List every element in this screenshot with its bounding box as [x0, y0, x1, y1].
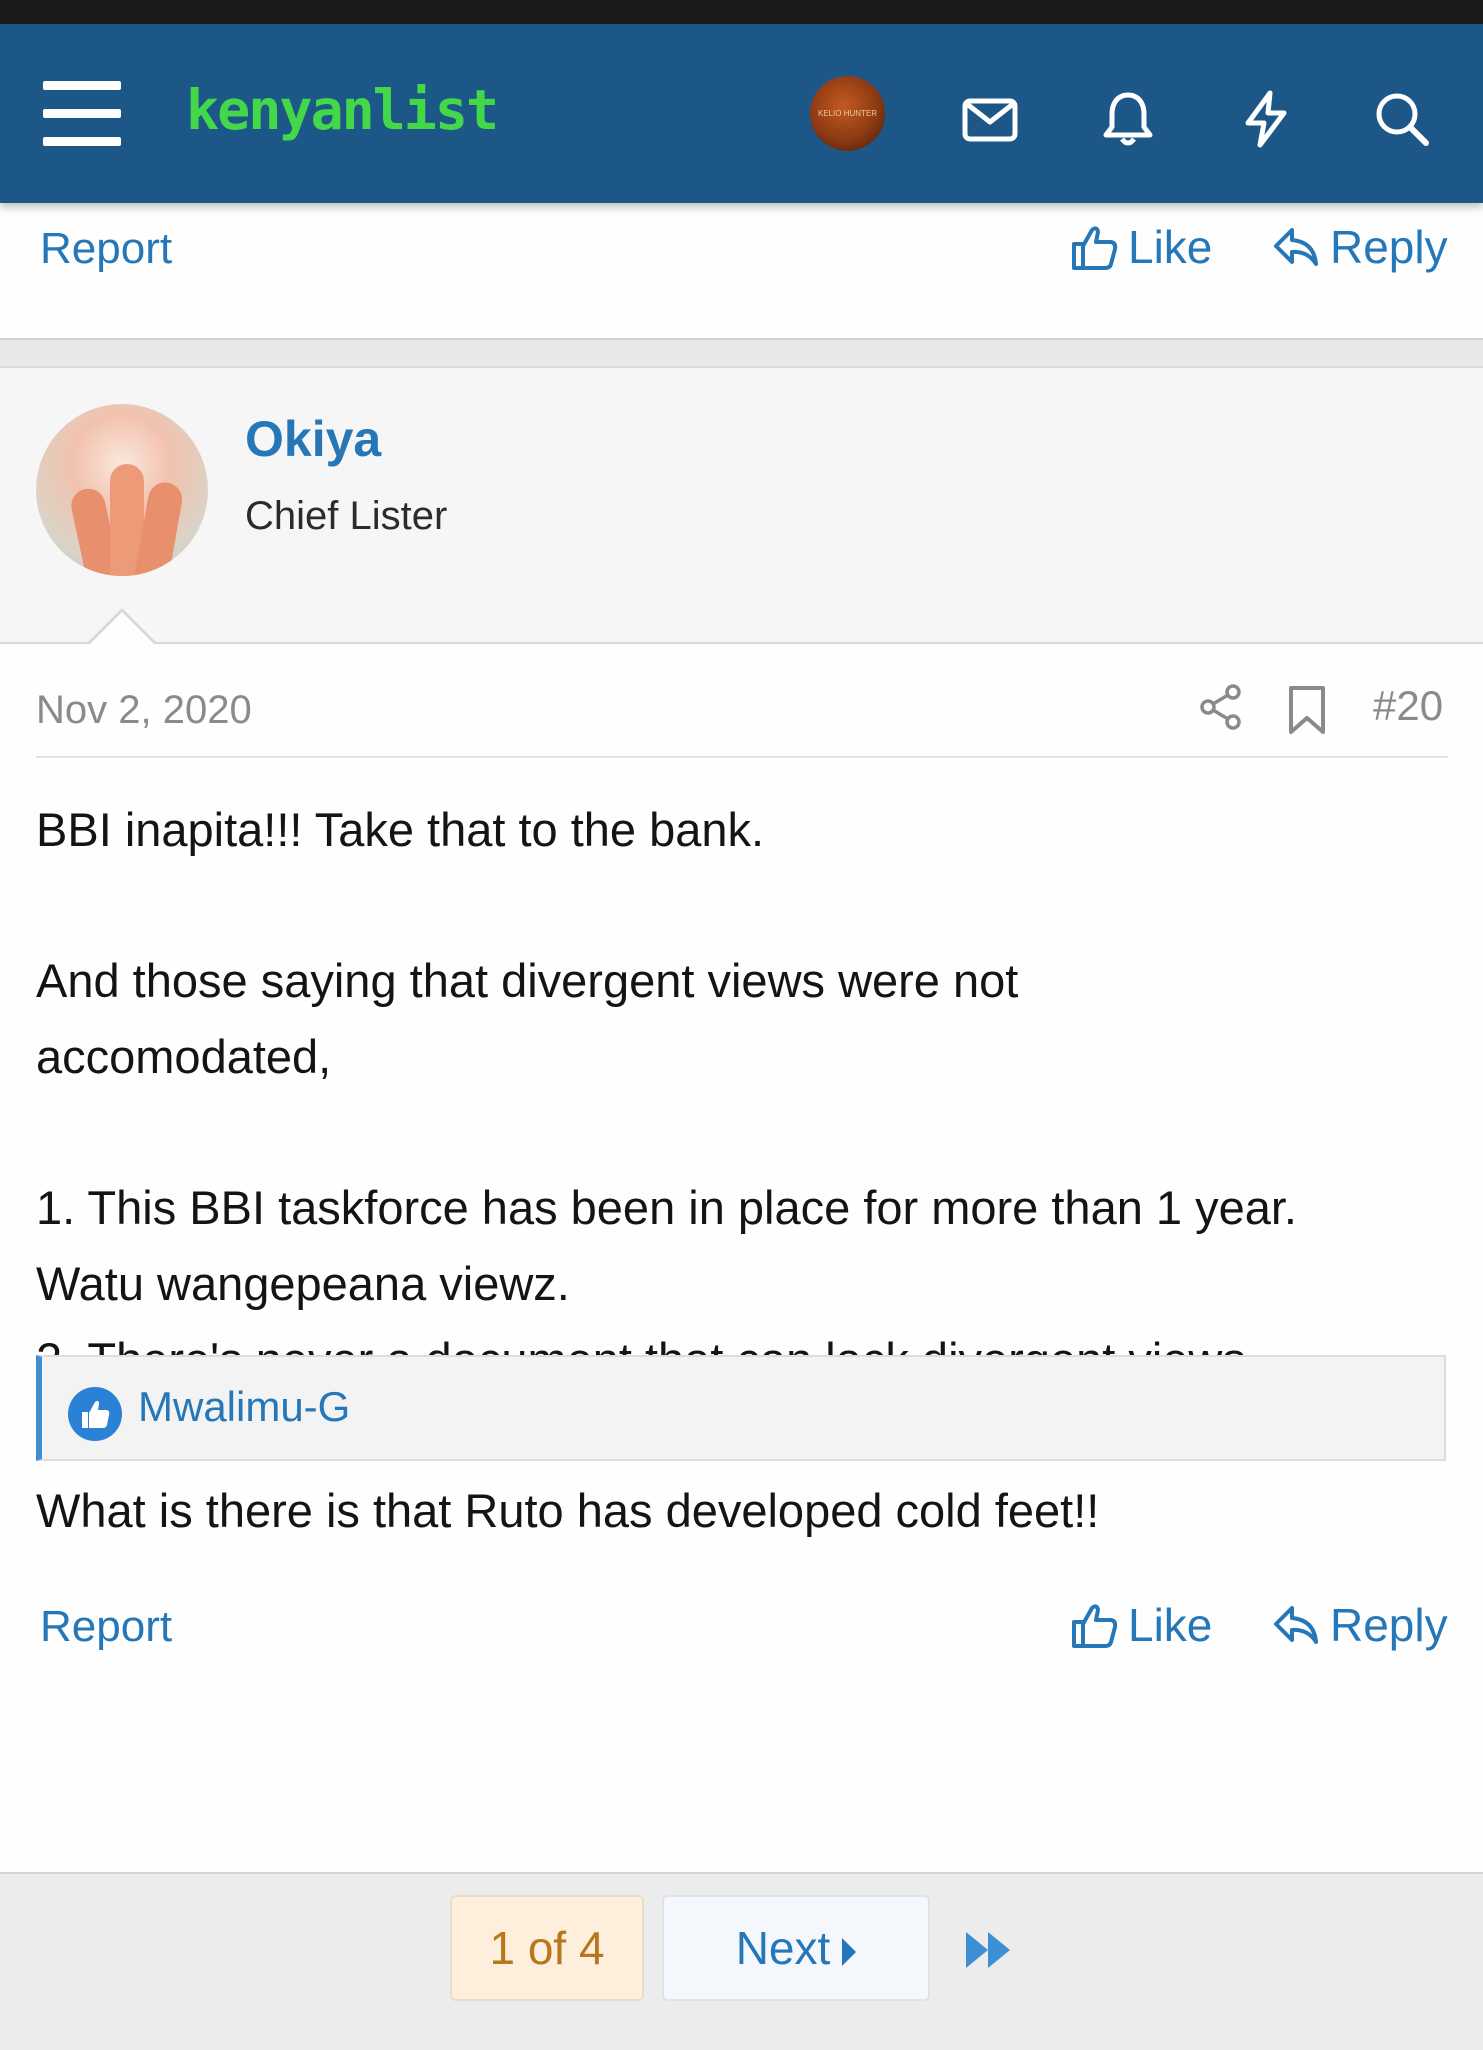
post-user-bar: Okiya Chief Lister [0, 368, 1483, 644]
top-navigation: kenyanlist KELIO HUNTER [0, 24, 1483, 203]
next-page-button[interactable]: Next [662, 1895, 930, 2001]
post-separator [0, 338, 1483, 366]
divider [36, 756, 1448, 758]
reply-label: Reply [1330, 1599, 1448, 1651]
post: Okiya Chief Lister Nov 2, 2020 #20 BBI i… [0, 366, 1483, 1874]
page-indicator[interactable]: 1 of 4 [450, 1895, 644, 2001]
last-page-icon[interactable] [964, 1928, 1016, 1972]
report-link[interactable]: Report [40, 1602, 172, 1652]
report-link[interactable]: Report [40, 224, 172, 274]
reply-icon [1274, 228, 1318, 266]
menu-icon[interactable] [43, 75, 121, 147]
post-text-line: BBI inapita!!! Take that to the bank. [36, 803, 765, 856]
username[interactable]: Okiya [245, 410, 381, 468]
post-text-line: What is there is that Ruto has developed… [36, 1484, 1100, 1537]
bookmark-icon[interactable] [1283, 684, 1331, 736]
reactions-bar: Mwalimu-G [36, 1355, 1446, 1461]
post-actions: Report Like Reply [0, 1588, 1483, 1668]
post-number[interactable]: #20 [1373, 682, 1443, 730]
like-reaction-icon [68, 1387, 122, 1441]
thumbs-up-icon [1072, 1604, 1118, 1648]
post-text-line: And those saying that divergent views we… [36, 954, 1019, 1083]
like-button[interactable]: Like [1070, 220, 1212, 274]
user-title: Chief Lister [245, 494, 448, 538]
post-date[interactable]: Nov 2, 2020 [36, 688, 252, 733]
reply-button[interactable]: Reply [1272, 1598, 1448, 1652]
inbox-icon[interactable] [960, 89, 1020, 149]
reaction-user-link[interactable]: Mwalimu-G [138, 1383, 350, 1431]
like-button[interactable]: Like [1070, 1598, 1212, 1652]
reply-label: Reply [1330, 221, 1448, 273]
status-bar [0, 0, 1483, 24]
thumbs-up-icon [1072, 226, 1118, 270]
pagination: 1 of 4 Next [0, 1872, 1483, 2050]
lightning-icon[interactable] [1236, 89, 1296, 149]
share-icon[interactable] [1195, 681, 1247, 733]
next-label: Next [735, 1922, 831, 1974]
caret-right-icon [842, 1937, 857, 1966]
like-label: Like [1128, 1599, 1213, 1651]
reply-button[interactable]: Reply [1272, 220, 1448, 274]
user-avatar[interactable] [36, 404, 208, 576]
reply-icon [1274, 1606, 1318, 1644]
previous-post-actions: Report Like Reply [0, 210, 1483, 290]
like-label: Like [1128, 221, 1213, 273]
post-text-line: 1. This BBI taskforce has been in place … [36, 1181, 1297, 1310]
nav-avatar[interactable]: KELIO HUNTER [810, 76, 885, 151]
search-icon[interactable] [1372, 89, 1432, 149]
bell-icon[interactable] [1098, 89, 1158, 149]
site-logo[interactable]: kenyanlist [186, 80, 499, 140]
avatar-logo-text: KELIO HUNTER [817, 109, 878, 118]
